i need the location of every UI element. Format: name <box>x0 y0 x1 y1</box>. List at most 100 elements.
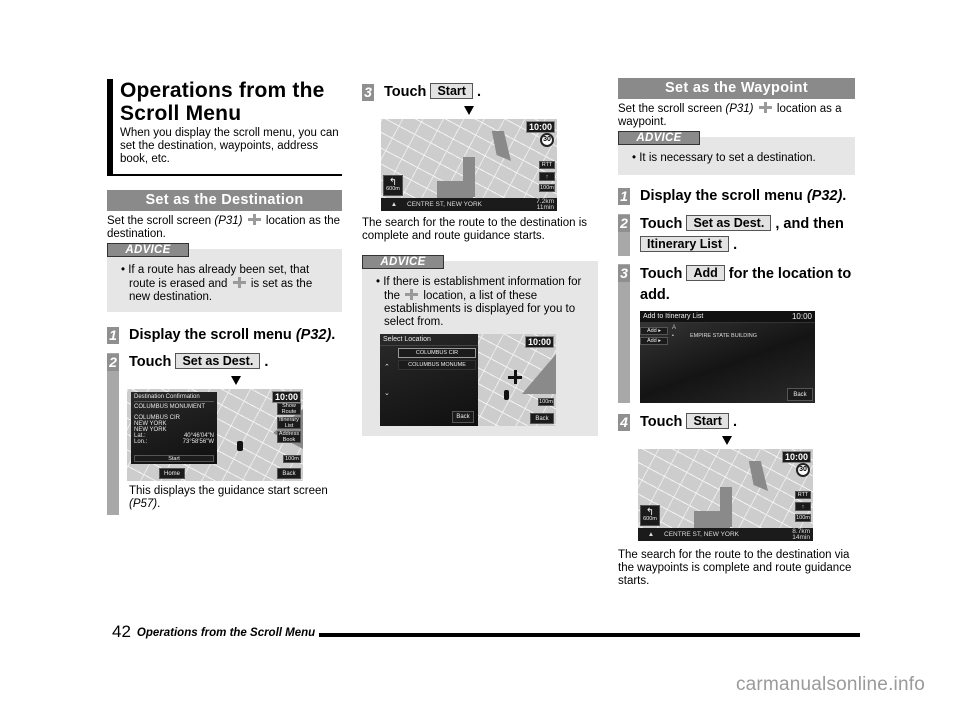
itinerary-list-button[interactable]: Itinerary List <box>277 417 301 429</box>
add-button[interactable]: Add ▸ <box>640 337 668 345</box>
waypoint-section: Set as the Waypoint Set the scroll scree… <box>618 78 855 592</box>
back-button[interactable]: Back <box>277 468 301 479</box>
advice-box: ADVICE If a route has already been set, … <box>107 243 342 312</box>
step-4: 4 Touch Start . <box>618 413 855 432</box>
waypoint-a-marker: A <box>672 325 677 331</box>
step-2: 2 Touch Set as Dest. . Destination Confi… <box>107 353 342 515</box>
compass-icon[interactable]: ↑ <box>539 172 555 181</box>
turn-indicator: ↰ 600m <box>383 175 403 196</box>
vehicle-icon <box>504 390 509 400</box>
address-book-button[interactable]: Address Book <box>277 431 301 443</box>
compass-icon[interactable]: ↑ <box>795 502 811 511</box>
step-bar <box>107 353 119 515</box>
advice-item: It is necessary to set a destination. <box>630 152 847 165</box>
advice-label: ADVICE <box>362 255 444 269</box>
clock: 10:00 <box>524 336 554 348</box>
advice-item: If there is establishment information fo… <box>374 276 590 329</box>
itinerary-list-button-label: Itinerary List <box>640 236 730 252</box>
step-number: 1 <box>107 327 119 344</box>
vehicle-icon <box>237 441 243 451</box>
advice-box: ADVICE It is necessary to set a destinat… <box>618 131 855 175</box>
turn-indicator: ↰ 600m <box>640 505 660 526</box>
show-route-button[interactable]: Show Route <box>277 403 301 415</box>
page-ref-link[interactable]: (P32) <box>807 188 842 204</box>
route-guidance-screen: 10:00 30 RTT ↑ 100m ↰ 600m ▲ CENTRE ST, N… <box>638 449 813 541</box>
step-description: This displays the guidance start screen … <box>129 485 328 510</box>
chapter-title: Operations from the Scroll Menu <box>120 79 325 125</box>
page-ref-link[interactable]: (P57) <box>129 498 157 510</box>
arrow-down-icon <box>464 106 474 115</box>
speed-limit-sign: 30 <box>796 463 810 477</box>
arrow-down-icon <box>722 436 732 445</box>
scale-indicator: 100m <box>283 455 301 463</box>
step-number: 3 <box>618 265 630 282</box>
back-button[interactable]: Back <box>530 413 554 424</box>
step-number: 2 <box>618 215 630 232</box>
destination-confirmation-screen: Destination Confirmation COLUMBUS MONUME… <box>127 389 303 481</box>
column-2: 3 Touch Start . 10:00 30 RTT ↑ 100m ↰ 600… <box>362 76 598 436</box>
guidance-bar: ▲ CENTRE ST, NEW YORK 7.2km 11min <box>381 198 557 211</box>
destination-flag-icon: ▪ <box>672 333 674 339</box>
speed-limit-sign: 30 <box>540 133 554 147</box>
crosshair-icon <box>232 277 246 288</box>
destination-name: EMPIRE STATE BUILDING <box>690 333 758 339</box>
add-to-itinerary-screen: Add to Itinerary List 10:00 Add ▸ Add ▸ … <box>640 311 815 403</box>
clock: 10:00 <box>791 312 812 321</box>
step-number: 4 <box>618 414 630 431</box>
step-bar <box>618 264 630 403</box>
location-item[interactable]: COLUMBUS MONUME <box>398 360 476 370</box>
home-button[interactable]: Home <box>159 468 185 479</box>
footer-section-title: Operations from the Scroll Menu <box>136 627 316 639</box>
step-3: 3 Touch Start . <box>362 83 598 102</box>
step-number: 1 <box>618 188 630 205</box>
start-button-label: Start <box>430 83 473 99</box>
destination-section: Set as the Destination Set the scroll sc… <box>107 190 342 515</box>
scale-indicator: 100m <box>538 398 554 406</box>
watermark: carmanualsonline.info <box>735 674 925 695</box>
step-description: The search for the route to the destinat… <box>362 217 588 242</box>
page-ref-link[interactable]: (P31) <box>214 215 242 227</box>
scale-indicator: 100m <box>539 184 555 192</box>
step-2: 2 Touch Set as Dest. , and then Itinerar… <box>618 214 855 256</box>
scroll-up-icon[interactable]: ⌃ <box>384 363 390 371</box>
set-as-dest-button-label: Set as Dest. <box>175 353 261 369</box>
step-number: 2 <box>107 354 119 371</box>
footer-rule <box>319 633 861 637</box>
clock: 10:00 <box>525 121 555 133</box>
back-button[interactable]: Back <box>787 388 813 401</box>
start-button[interactable]: Start <box>134 455 214 462</box>
scale-indicator: 100m <box>795 514 811 522</box>
page-ref-link[interactable]: (P32) <box>296 327 331 343</box>
select-location-screen: Select Location COLUMBUS CIR COLUMBUS MO… <box>380 334 556 426</box>
step-number: 3 <box>362 84 374 101</box>
crosshair-icon <box>758 102 772 113</box>
start-button-label: Start <box>686 413 729 429</box>
scroll-down-icon[interactable]: ⌄ <box>384 389 390 397</box>
menu-up-icon[interactable]: ▲ <box>381 201 407 208</box>
advice-item: If a route has already been set, that ro… <box>119 264 334 304</box>
section-header-destination: Set as the Destination <box>107 190 342 211</box>
clock: 10:00 <box>781 451 811 463</box>
advice-label: ADVICE <box>618 131 700 145</box>
route-guidance-screen: 10:00 30 RTT ↑ 100m ↰ 600m ▲ CENTRE ST, N… <box>381 119 557 211</box>
chapter-title-block: Operations from the Scroll Menu When you… <box>107 79 342 176</box>
crosshair-icon <box>405 289 419 300</box>
screen-title: Select Location <box>380 334 478 346</box>
section-header-waypoint: Set as the Waypoint <box>618 78 855 99</box>
rtt-button[interactable]: RTT <box>539 161 555 169</box>
menu-up-icon[interactable]: ▲ <box>638 531 664 538</box>
add-button[interactable]: Add ▸ <box>640 327 668 335</box>
advice-label: ADVICE <box>107 243 189 257</box>
page-number: 42 <box>112 622 131 641</box>
step-3: 3 Touch Add for the location to add. Add… <box>618 264 855 403</box>
page-ref-link[interactable]: (P31) <box>725 103 753 115</box>
destination-intro: Set the scroll screen (P31) location as … <box>107 214 341 240</box>
location-item[interactable]: COLUMBUS CIR <box>398 348 476 358</box>
crosshair-icon <box>247 214 261 225</box>
step-1: 1 Display the scroll menu (P32). <box>107 326 342 345</box>
clock: 10:00 <box>271 391 301 403</box>
waypoint-intro: Set the scroll screen (P31) location as … <box>618 102 842 128</box>
back-button[interactable]: Back <box>452 411 474 423</box>
rtt-button[interactable]: RTT <box>795 491 811 499</box>
page-footer: 42 Operations from the Scroll Menu <box>112 622 861 641</box>
